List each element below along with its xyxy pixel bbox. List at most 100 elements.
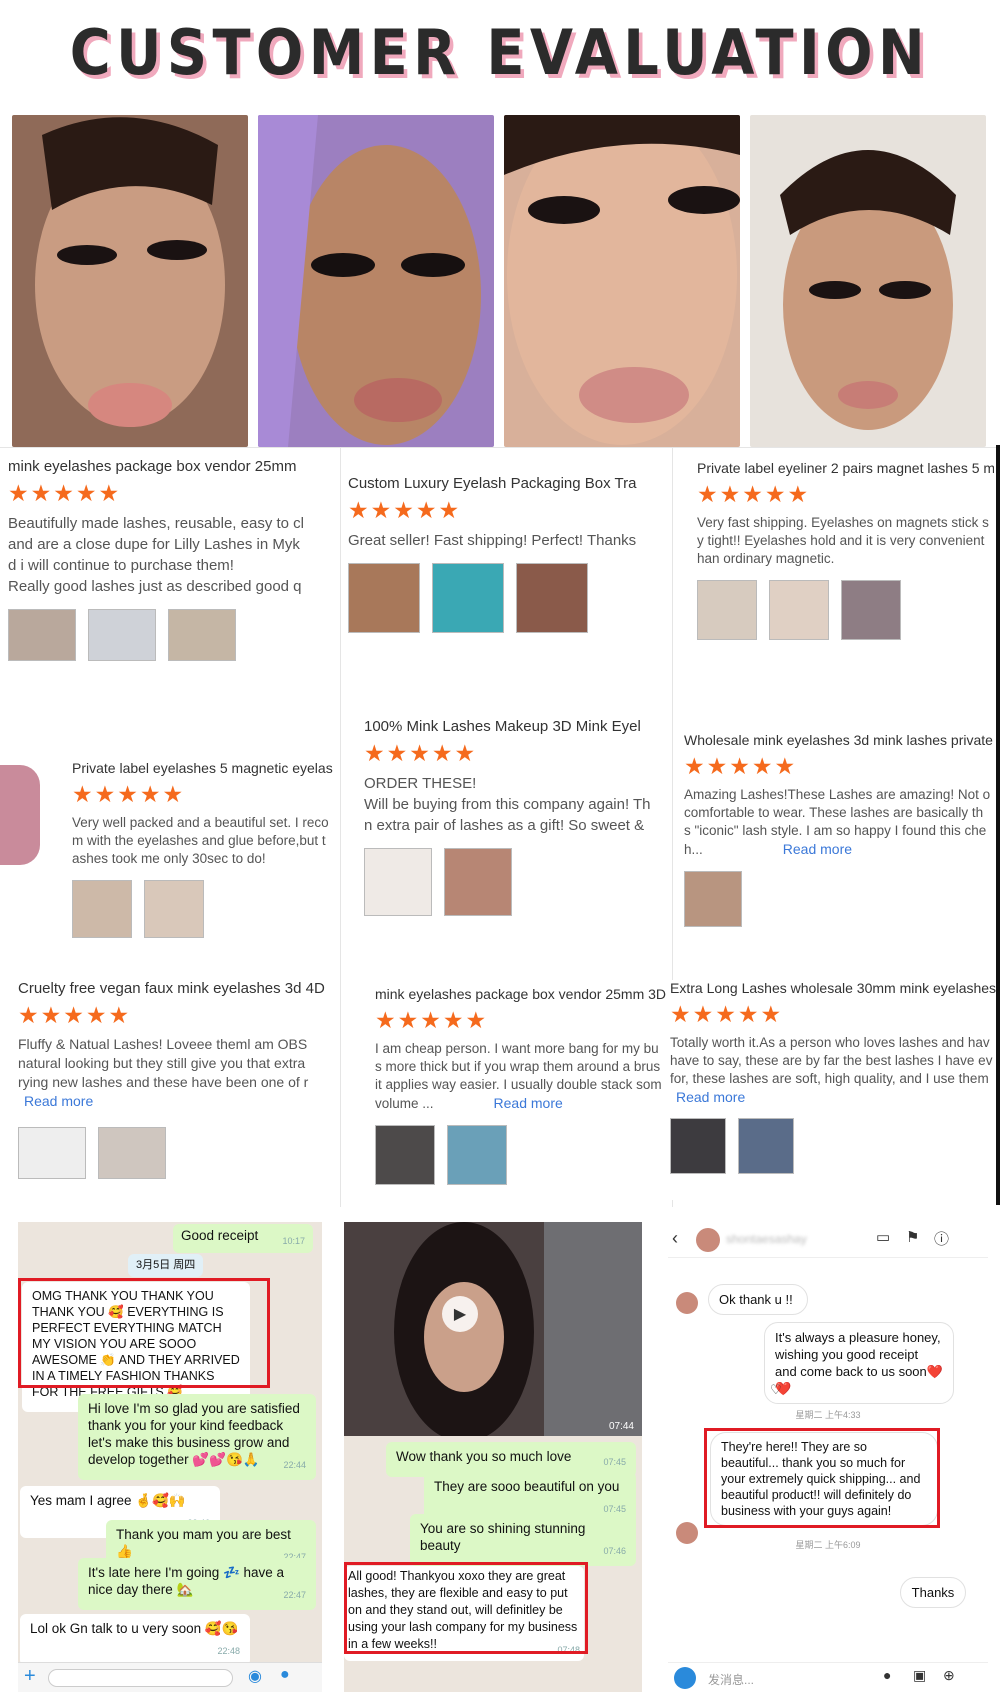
review-photo[interactable] (168, 609, 236, 661)
review-card[interactable]: Cruelty free vegan faux mink eyelashes 3… (18, 980, 333, 1205)
review-title[interactable]: Private label eyeliner 2 pairs magnet la… (697, 460, 994, 476)
message-bubble-outgoing: It's late here I'm going 💤 have a nice d… (78, 1558, 316, 1610)
video-call-icon[interactable]: ▭ (876, 1228, 890, 1246)
instagram-dm-screenshot: ‹ shontaesashay ▭ ⚑ ⓘ Ok thank u !! It's… (668, 1222, 988, 1692)
page-edge (996, 445, 1000, 1205)
review-title[interactable]: Cruelty free vegan faux mink eyelashes 3… (18, 980, 333, 997)
customer-photo-strip (12, 115, 987, 447)
star-rating: ★★★★★ (18, 1002, 132, 1028)
review-photo[interactable] (738, 1118, 794, 1174)
message-input[interactable]: 发消息... (708, 1671, 754, 1688)
review-photo[interactable] (697, 580, 757, 640)
review-text: Totally worth it.As a person who loves l… (670, 1034, 996, 1106)
review-photo[interactable] (144, 880, 204, 938)
review-photo[interactable] (432, 563, 504, 633)
review-photo[interactable] (88, 609, 156, 661)
review-title[interactable]: Extra Long Lashes wholesale 30mm mink ey… (670, 980, 996, 996)
review-text: I am cheap person. I want more bang for … (375, 1041, 662, 1111)
review-title[interactable]: Custom Luxury Eyelash Packaging Box Tra (348, 475, 666, 492)
review-thumbnails (348, 563, 666, 633)
review-card[interactable]: Private label eyeliner 2 pairs magnet la… (697, 460, 994, 670)
back-icon[interactable]: ‹ (672, 1228, 678, 1249)
message-bubble-outgoing: Hi love I'm so glad you are satisfied th… (78, 1394, 316, 1480)
message-bubble-outgoing: You are so shining stunning beauty 07:46 (410, 1514, 636, 1566)
camera-icon[interactable]: ◉ (248, 1666, 262, 1686)
review-title[interactable]: mink eyelashes package box vendor 25mm 3… (375, 986, 667, 1002)
review-photo[interactable] (18, 1127, 86, 1179)
review-photo[interactable] (841, 580, 901, 640)
review-photo[interactable] (684, 871, 742, 927)
play-icon[interactable]: ▶ (442, 1296, 478, 1332)
avatar[interactable] (696, 1228, 720, 1252)
review-photo[interactable] (516, 563, 588, 633)
grid-divider (0, 447, 1000, 448)
review-thumbnails (364, 848, 666, 916)
date-separator: 3月5日 周四 (128, 1254, 204, 1277)
star-rating: ★★★★★ (8, 480, 122, 506)
read-more-link[interactable]: Read more (494, 1095, 563, 1111)
read-more-link[interactable]: Read more (24, 1092, 333, 1111)
read-more-link[interactable]: Read more (676, 1088, 996, 1106)
review-title[interactable]: Wholesale mink eyelashes 3d mink lashes … (684, 732, 994, 748)
review-photo[interactable] (447, 1125, 507, 1185)
read-more-link[interactable]: Read more (783, 841, 852, 857)
review-title[interactable]: mink eyelashes package box vendor 25mm (8, 458, 333, 475)
image-icon[interactable]: ▣ (913, 1667, 926, 1684)
review-card[interactable]: mink eyelashes package box vendor 25mm ★… (8, 458, 333, 688)
page-title: CUSTOMER EVALUATION (69, 16, 931, 89)
star-rating: ★★★★★ (348, 497, 462, 523)
video-message[interactable]: ▶ 07:44 (344, 1222, 642, 1436)
highlight-box (704, 1428, 940, 1528)
plus-icon[interactable]: + (24, 1665, 36, 1688)
timestamp: 星期二 上午4:33 (795, 1410, 861, 1420)
star-rating: ★★★★★ (670, 1001, 784, 1027)
review-photo[interactable] (364, 848, 432, 916)
review-photo[interactable] (769, 580, 829, 640)
review-photo[interactable] (8, 609, 76, 661)
review-photo[interactable] (98, 1127, 166, 1179)
review-photo[interactable] (72, 880, 132, 938)
review-thumbnails (697, 580, 994, 640)
avatar (676, 1292, 698, 1314)
message-bubble-incoming: Lol ok Gn talk to u very soon 🥰😘 22:48 (20, 1614, 250, 1666)
review-card[interactable]: mink eyelashes package box vendor 25mm 3… (375, 986, 667, 1206)
review-text: ORDER THESE! Will be buying from this com… (364, 775, 651, 834)
plus-icon[interactable]: ⊕ (943, 1667, 955, 1684)
dm-header: ‹ shontaesashay ▭ ⚑ ⓘ (668, 1222, 988, 1258)
star-rating: ★★★★★ (375, 1007, 489, 1033)
chat-input-bar[interactable]: + ◉ ● (18, 1662, 322, 1692)
camera-icon[interactable] (674, 1667, 696, 1689)
review-card[interactable]: Custom Luxury Eyelash Packaging Box Tra … (348, 475, 666, 685)
review-text: Very fast shipping. Eyelashes on magnets… (697, 515, 989, 566)
review-thumbnails (375, 1125, 667, 1185)
microphone-icon[interactable]: ● (883, 1667, 891, 1683)
heart-reaction-icon: ♡ (770, 1382, 782, 1397)
video-thumbnail (344, 1222, 642, 1436)
review-card[interactable]: Extra Long Lashes wholesale 30mm mink ey… (670, 980, 996, 1200)
star-rating: ★★★★★ (697, 481, 811, 507)
review-thumbnails (684, 871, 994, 927)
review-text: Great seller! Fast shipping! Perfect! Th… (348, 532, 637, 549)
message-input[interactable] (48, 1669, 233, 1687)
flag-icon[interactable]: ⚑ (906, 1228, 919, 1246)
video-duration: 07:44 (608, 1421, 634, 1432)
microphone-icon[interactable]: ● (280, 1666, 290, 1684)
review-title[interactable]: Private label eyelashes 5 magnetic eyela… (72, 760, 333, 776)
info-icon[interactable]: ⓘ (934, 1228, 949, 1249)
review-thumbnails (72, 880, 333, 938)
review-title[interactable]: 100% Mink Lashes Makeup 3D Mink Eyel (364, 718, 666, 735)
review-text: Amazing Lashes!These Lashes are amazing!… (684, 787, 991, 857)
review-card[interactable]: 100% Mink Lashes Makeup 3D Mink Eyel ★★★… (364, 718, 666, 943)
review-card[interactable]: Wholesale mink eyelashes 3d mink lashes … (684, 732, 994, 947)
review-photo[interactable] (375, 1125, 435, 1185)
review-photo[interactable] (670, 1118, 726, 1174)
review-thumbnails (18, 1127, 333, 1179)
star-rating: ★★★★★ (684, 753, 798, 779)
dm-input-bar[interactable]: 发消息... ● ▣ ⊕ (668, 1662, 988, 1692)
review-photo[interactable] (444, 848, 512, 916)
banner: CUSTOMER EVALUATION (0, 0, 1000, 105)
review-card[interactable]: Private label eyelashes 5 magnetic eyela… (0, 760, 333, 960)
review-photo[interactable] (348, 563, 420, 633)
username[interactable]: shontaesashay (726, 1232, 807, 1246)
timestamp: 星期二 上午6:09 (795, 1540, 861, 1550)
